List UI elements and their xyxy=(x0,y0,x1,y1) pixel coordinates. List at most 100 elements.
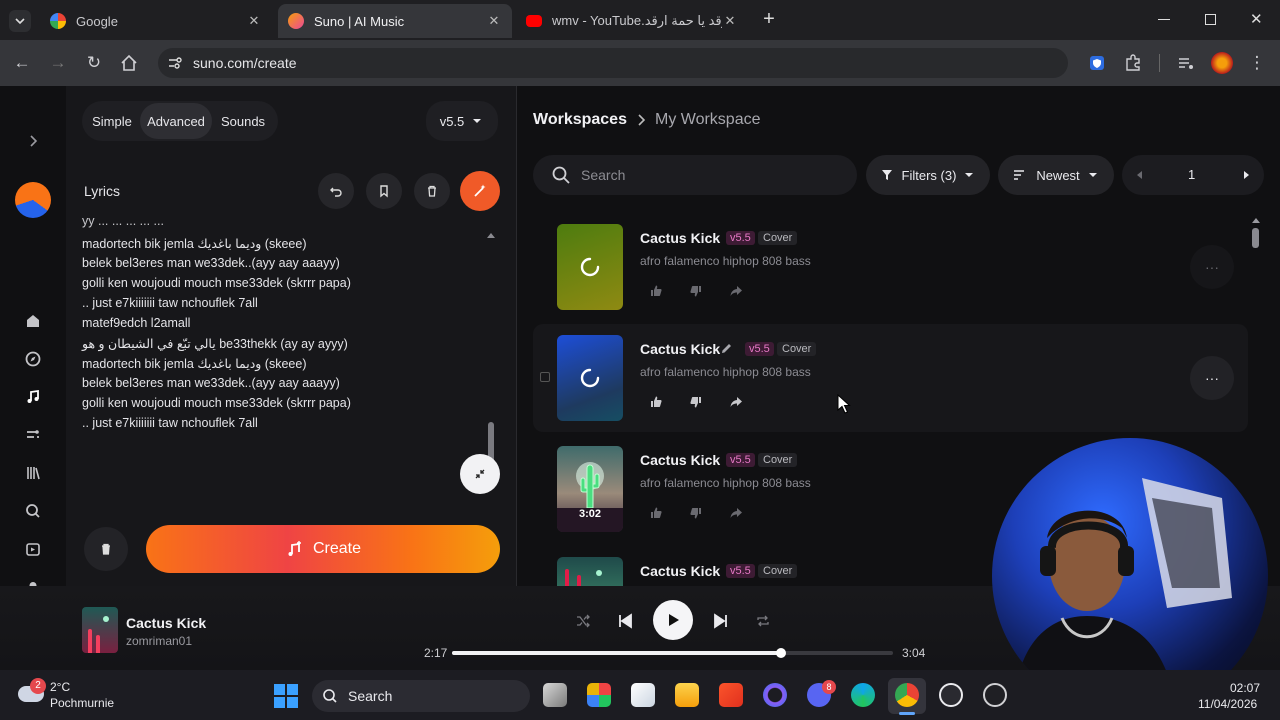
edge-icon[interactable] xyxy=(851,683,875,707)
obs-icon[interactable] xyxy=(983,683,1007,707)
clear-lyrics-button[interactable] xyxy=(414,173,450,209)
repeat-icon[interactable] xyxy=(755,613,771,629)
home-nav-icon[interactable] xyxy=(22,310,44,332)
library-nav-icon[interactable] xyxy=(22,462,44,484)
edit-pencil-icon[interactable] xyxy=(720,342,733,355)
share-icon[interactable] xyxy=(729,284,743,298)
next-page-icon[interactable] xyxy=(1240,169,1252,181)
dislike-icon[interactable] xyxy=(689,395,703,409)
progress-track[interactable] xyxy=(452,648,893,658)
clear-form-button[interactable] xyxy=(84,527,128,571)
studio-nav-icon[interactable] xyxy=(22,424,44,446)
sort-label: Newest xyxy=(1036,167,1080,183)
extensions-puzzle-icon[interactable] xyxy=(1122,52,1144,74)
close-icon[interactable]: ✕ xyxy=(486,13,502,29)
song-cover[interactable] xyxy=(557,335,623,421)
hooks-nav-icon[interactable] xyxy=(22,538,44,560)
tab-youtube[interactable]: wmv - YouTube.ارقد يا حمة ارقد ✕ xyxy=(516,4,748,38)
back-icon[interactable]: ← xyxy=(11,52,33,74)
explore-nav-icon[interactable] xyxy=(22,348,44,370)
browser-menu-icon[interactable]: ⋮ xyxy=(1246,52,1268,74)
home-icon[interactable] xyxy=(118,52,140,74)
tab-google[interactable]: Google ✕ xyxy=(40,4,272,38)
generate-lyrics-button[interactable] xyxy=(460,171,500,211)
like-icon[interactable] xyxy=(649,395,663,409)
prev-page-icon[interactable] xyxy=(1134,169,1146,181)
song-title[interactable]: Cactus Kick xyxy=(640,341,720,357)
expand-rail-icon[interactable] xyxy=(22,130,44,152)
song-more-button[interactable]: ··· xyxy=(1190,245,1234,289)
suno-logo[interactable] xyxy=(15,182,51,218)
song-title[interactable]: Cactus Kick xyxy=(640,563,720,579)
tab-simple[interactable]: Simple xyxy=(86,103,138,139)
clock-date[interactable]: 11/04/2026 xyxy=(1198,697,1257,711)
weather-widget[interactable]: 2 2°C Pochmurnie xyxy=(18,678,128,712)
lyrics-scroll-up-icon[interactable] xyxy=(486,231,496,239)
song-list-scrollbar-thumb[interactable] xyxy=(1252,228,1259,248)
close-icon[interactable]: ✕ xyxy=(722,13,738,29)
now-playing-cover[interactable] xyxy=(82,607,118,653)
song-cover[interactable]: 3:02 xyxy=(557,446,623,532)
collapse-lyrics-button[interactable] xyxy=(460,454,500,494)
breadcrumb-workspaces[interactable]: Workspaces xyxy=(533,111,627,129)
close-icon[interactable]: ✕ xyxy=(246,13,262,29)
dislike-icon[interactable] xyxy=(689,506,703,520)
song-cover[interactable] xyxy=(557,557,623,586)
shuffle-icon[interactable] xyxy=(575,613,591,629)
breadcrumb-current[interactable]: My Workspace xyxy=(655,111,761,129)
site-settings-icon[interactable] xyxy=(167,55,183,71)
song-select-checkbox[interactable] xyxy=(540,372,550,382)
window-close-icon[interactable]: ✕ xyxy=(1250,10,1263,28)
brave-icon[interactable] xyxy=(719,683,743,707)
search-nav-icon[interactable] xyxy=(22,500,44,522)
media-controls-icon[interactable] xyxy=(1175,52,1197,74)
save-lyrics-button[interactable] xyxy=(366,173,402,209)
create-button[interactable]: Create xyxy=(146,525,500,573)
widgets-icon[interactable] xyxy=(587,683,611,707)
song-more-button[interactable]: ··· xyxy=(1190,356,1234,400)
now-playing-title[interactable]: Cactus Kick xyxy=(126,615,206,631)
progress-knob[interactable] xyxy=(775,648,786,658)
new-tab-icon[interactable]: + xyxy=(759,9,779,29)
forward-icon[interactable]: → xyxy=(47,52,69,74)
song-title[interactable]: Cactus Kick xyxy=(640,452,720,468)
now-playing-artist[interactable]: zomriman01 xyxy=(126,634,192,648)
profile-avatar[interactable] xyxy=(1211,52,1233,74)
previous-track-icon[interactable] xyxy=(616,612,634,630)
play-button[interactable] xyxy=(653,600,693,640)
song-cover[interactable] xyxy=(557,224,623,310)
reload-icon[interactable]: ↻ xyxy=(83,52,105,74)
undo-button[interactable] xyxy=(318,173,354,209)
share-icon[interactable] xyxy=(729,506,743,520)
tab-sounds[interactable]: Sounds xyxy=(214,103,272,139)
media-player-icon[interactable] xyxy=(939,683,963,707)
create-nav-icon[interactable] xyxy=(22,386,44,408)
store-icon[interactable] xyxy=(631,683,655,707)
extension-shield-icon[interactable] xyxy=(1086,52,1108,74)
clock-time[interactable]: 02:07 xyxy=(1230,681,1260,695)
task-view-icon[interactable] xyxy=(543,683,567,707)
share-icon[interactable] xyxy=(729,395,743,409)
like-icon[interactable] xyxy=(649,506,663,520)
tab-search-icon[interactable] xyxy=(9,10,31,32)
like-icon[interactable] xyxy=(649,284,663,298)
restore-icon[interactable] xyxy=(1205,14,1216,25)
tab-advanced[interactable]: Advanced xyxy=(140,103,212,139)
file-explorer-icon[interactable] xyxy=(675,683,699,707)
song-title[interactable]: Cactus Kick xyxy=(640,230,720,246)
next-track-icon[interactable] xyxy=(712,612,730,630)
minimize-icon[interactable] xyxy=(1158,19,1170,20)
sort-button[interactable]: Newest xyxy=(998,155,1114,195)
song-list-scroll-up-icon[interactable] xyxy=(1251,216,1261,224)
dislike-icon[interactable] xyxy=(689,284,703,298)
app-ring-icon[interactable] xyxy=(763,683,787,707)
chevron-right-icon xyxy=(638,114,646,126)
search-input[interactable]: Search xyxy=(533,155,857,195)
windows-start-icon[interactable] xyxy=(274,684,298,708)
model-version-dropdown[interactable]: v5.5 xyxy=(426,101,498,141)
tab-suno[interactable]: Suno | AI Music ✕ xyxy=(278,4,512,38)
filters-button[interactable]: Filters (3) xyxy=(866,155,990,195)
address-bar[interactable]: suno.com/create xyxy=(158,48,1068,78)
chrome-icon[interactable] xyxy=(895,683,919,707)
taskbar-search[interactable]: Search xyxy=(312,680,530,712)
